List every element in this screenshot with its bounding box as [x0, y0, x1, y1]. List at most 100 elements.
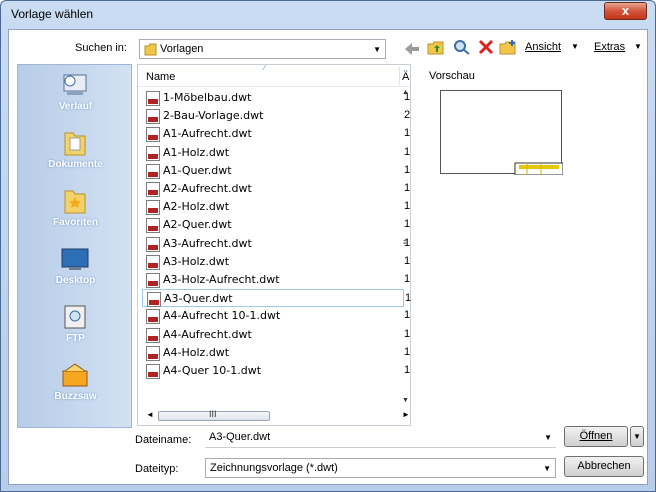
place-label: Desktop [55, 275, 96, 286]
column-name-header[interactable]: Name [146, 71, 175, 83]
place-history[interactable]: Verlauf [18, 67, 133, 125]
places-bar: Verlauf Dokumente Favoriten Desktop FTP … [17, 64, 132, 428]
dwt-file-icon [146, 91, 160, 106]
file-row[interactable]: A3-Holz-Aufrecht.dwt 1 [142, 271, 410, 289]
scroll-thumb[interactable]: ≡ [403, 237, 408, 247]
place-label: Verlauf [58, 101, 93, 112]
dwt-file-icon [147, 292, 161, 308]
search-web-icon[interactable] [453, 39, 471, 55]
file-row[interactable]: A2-Quer.dwt 1 [142, 216, 410, 234]
file-name: A4-Quer 10-1.dwt [163, 364, 262, 377]
file-name: A2-Holz.dwt [163, 200, 230, 214]
file-row[interactable]: A3-Holz.dwt 1 [142, 253, 410, 271]
place-ftp[interactable]: FTP [18, 299, 133, 357]
file-row[interactable]: A4-Holz.dwt 1 [142, 344, 410, 362]
chevron-down-icon[interactable]: ▼ [544, 433, 552, 442]
file-name: A2-Aufrecht.dwt [163, 182, 252, 195]
dwt-file-icon [146, 127, 160, 143]
place-favorites[interactable]: Favoriten [18, 183, 133, 241]
dwt-file-icon [146, 145, 160, 161]
scroll-left-icon[interactable]: ◄ [146, 410, 154, 419]
file-name: A4-Aufrecht.dwt [163, 327, 252, 341]
buzzsaw-icon [62, 363, 88, 387]
preview-label: Vorschau [429, 70, 475, 82]
chevron-down-icon: ▼ [633, 432, 641, 441]
desktop-icon [61, 248, 89, 270]
filename-value: A3-Quer.dwt [209, 431, 271, 443]
file-name: 1-Möbelbau.dwt [163, 91, 252, 104]
place-documents[interactable]: Dokumente [18, 125, 133, 183]
dwt-file-icon [146, 218, 160, 234]
filetype-value: Zeichnungsvorlage (*.dwt) [210, 462, 338, 474]
dwt-file-icon [146, 109, 160, 125]
place-label: Dokumente [48, 159, 103, 170]
place-label: Buzzsaw [54, 391, 97, 402]
delete-icon[interactable] [477, 39, 495, 55]
place-label: Favoriten [52, 217, 98, 228]
file-row[interactable]: A2-Holz.dwt 1 [142, 198, 410, 216]
title-bar[interactable]: Vorlage wählen x [1, 1, 655, 29]
place-label: FTP [66, 333, 85, 344]
file-row[interactable]: A4-Quer 10-1.dwt 1 [142, 362, 410, 380]
dwt-file-icon [146, 163, 160, 179]
favorites-icon [64, 190, 86, 214]
column-separator[interactable] [399, 67, 400, 85]
look-in-label: Suchen in: [75, 42, 127, 54]
file-name: A2-Quer.dwt [163, 218, 232, 232]
horizontal-scrollbar[interactable]: ◄ III ► [138, 407, 410, 425]
dialog-body: Suchen in: Vorlagen ▼ Ansicht ▼ Extras ▼… [8, 29, 648, 485]
open-options-button[interactable]: ▼ [630, 426, 644, 447]
file-row[interactable]: 1-Möbelbau.dwt 1 [142, 89, 410, 107]
file-row[interactable]: A3-Quer.dwt 1 [142, 289, 411, 308]
up-folder-icon[interactable] [427, 39, 445, 55]
file-name: 2-Bau-Vorlage.dwt [163, 109, 264, 123]
file-name: A3-Quer.dwt [164, 292, 233, 306]
file-row[interactable]: 2-Bau-Vorlage.dwt 2 [142, 107, 410, 125]
filename-label: Dateiname: [135, 434, 192, 446]
scroll-grip: III [209, 409, 217, 419]
file-name: A1-Holz.dwt [163, 145, 230, 159]
cancel-button[interactable]: Abbrechen [564, 456, 644, 477]
look-in-value: Vorlagen [160, 43, 204, 55]
column-second-header[interactable]: Ä [402, 71, 409, 83]
dwt-file-icon [146, 254, 160, 270]
view-menu[interactable]: Ansicht [525, 41, 561, 53]
file-name: A3-Holz-Aufrecht.dwt [163, 273, 280, 286]
scroll-right-icon[interactable]: ► [402, 410, 410, 419]
file-name: A1-Aufrecht.dwt [163, 127, 252, 141]
filetype-label: Dateityp: [135, 463, 179, 475]
window-title: Vorlage wählen [11, 7, 94, 21]
scroll-up-icon[interactable]: ▲ [402, 89, 409, 96]
file-list[interactable]: Name ⁄ Ä 1-Möbelbau.dwt 1 2-Bau-Vorlage.dw… [137, 64, 411, 426]
file-row[interactable]: A4-Aufrecht.dwt 1 [142, 326, 410, 344]
place-desktop[interactable]: Desktop [18, 241, 133, 299]
tools-dropdown-icon[interactable]: ▼ [634, 42, 642, 51]
dwt-file-icon [146, 236, 160, 252]
file-row[interactable]: A4-Aufrecht 10-1.dwt 1 [142, 307, 410, 325]
file-row[interactable]: A1-Holz.dwt 1 [142, 144, 410, 162]
file-row[interactable]: A1-Quer.dwt 1 [142, 162, 410, 180]
documents-icon [64, 132, 86, 156]
tools-menu[interactable]: Extras [594, 41, 625, 53]
scroll-down-icon[interactable]: ▼ [402, 397, 409, 404]
back-icon[interactable] [403, 41, 421, 57]
open-button[interactable]: Öffnen [564, 426, 628, 447]
sort-indicator-icon: ⁄ [264, 65, 266, 72]
ftp-icon [64, 305, 86, 329]
open-button-label: Öffnen [579, 430, 613, 442]
filename-input[interactable]: A3-Quer.dwt ▼ [205, 428, 556, 448]
chevron-down-icon: ▼ [543, 464, 551, 473]
file-row[interactable]: A1-Aufrecht.dwt 1 [142, 125, 410, 143]
scroll-thumb-horizontal[interactable]: III [158, 409, 270, 421]
filetype-combo[interactable]: Zeichnungsvorlage (*.dwt) ▼ [205, 458, 556, 478]
dwt-file-icon [146, 364, 160, 379]
file-row[interactable]: A2-Aufrecht.dwt 1 [142, 180, 410, 198]
new-folder-icon[interactable] [499, 39, 517, 55]
look-in-combo[interactable]: Vorlagen ▼ [139, 39, 386, 59]
vertical-scrollbar[interactable]: ▲ ≡ ▼ [400, 89, 412, 409]
view-dropdown-icon[interactable]: ▼ [571, 42, 579, 51]
place-buzzsaw[interactable]: Buzzsaw [18, 357, 133, 415]
file-row[interactable]: A3-Aufrecht.dwt 1 [142, 235, 410, 253]
close-button[interactable]: x [604, 2, 647, 20]
dwt-file-icon [146, 345, 160, 361]
